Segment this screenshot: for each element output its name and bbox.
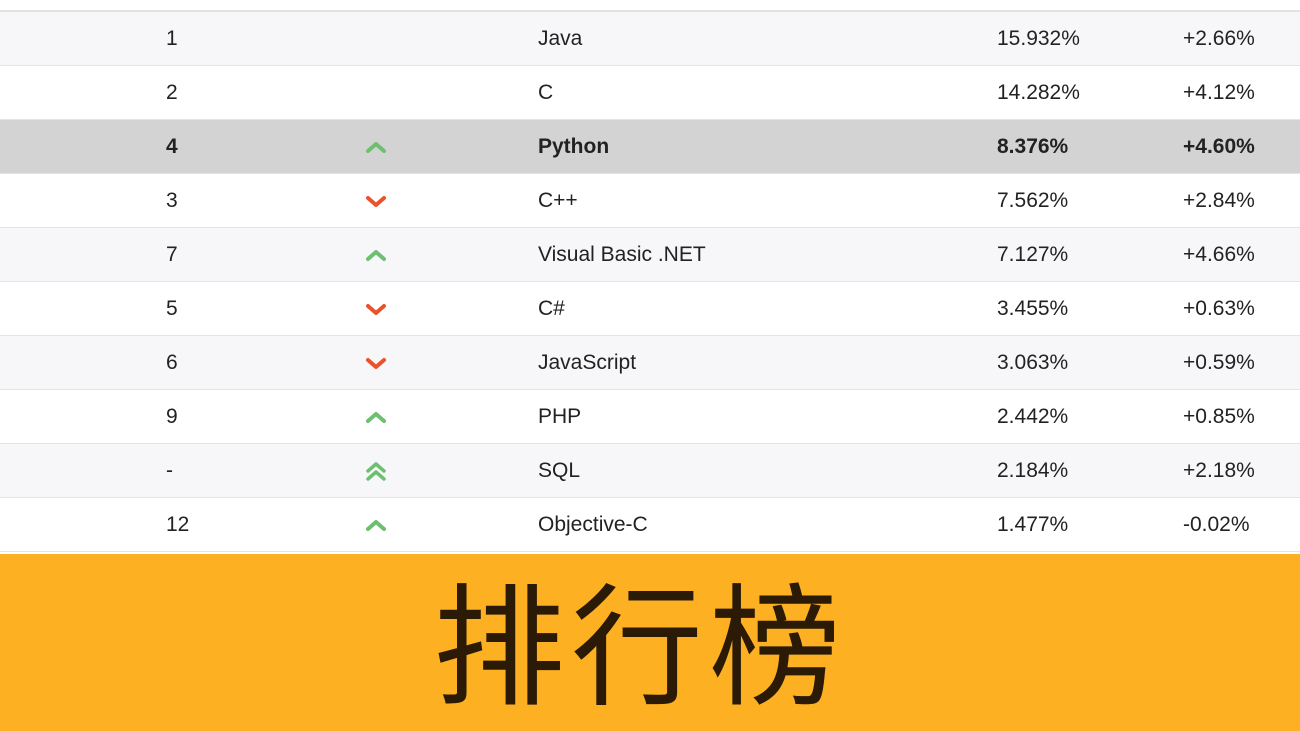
rating-cell: 7.562% <box>997 189 1069 212</box>
table-row: 6 JavaScript 3.063% +0.59% <box>0 336 1300 390</box>
language-cell: C# <box>538 297 565 320</box>
change-cell: +2.66% <box>1183 27 1255 50</box>
language-cell: Java <box>538 27 583 50</box>
table-row: 2 C 14.282% +4.12% <box>0 66 1300 120</box>
table-row: 1 Java 15.932% +2.66% <box>0 12 1300 66</box>
change-cell: +0.59% <box>1183 351 1255 374</box>
change-cell: +4.66% <box>1183 243 1255 266</box>
rank-cell: 3 <box>166 189 178 212</box>
table-top-edge <box>0 0 1300 12</box>
banner-title: 排行榜 <box>433 572 847 726</box>
trend-cell <box>364 498 390 552</box>
up-icon <box>366 520 386 531</box>
rating-cell: 3.063% <box>997 351 1069 374</box>
down-icon <box>366 196 386 207</box>
rating-cell: 3.455% <box>997 297 1069 320</box>
language-cell: PHP <box>538 405 582 428</box>
table-row: 12 Objective-C 1.477% -0.02% <box>0 498 1300 552</box>
table-row: 5 C# 3.455% +0.63% <box>0 282 1300 336</box>
trend-cell <box>364 444 390 498</box>
table-row: 9 PHP 2.442% +0.85% <box>0 390 1300 444</box>
change-cell: +0.63% <box>1183 297 1255 320</box>
table-row: 7 Visual Basic .NET 7.127% +4.66% <box>0 228 1300 282</box>
rank-cell: 2 <box>166 81 178 104</box>
ranking-table: 1 Java 15.932% +2.66% 2 C 14.282% +4.12%… <box>0 12 1300 552</box>
trend-cell <box>364 120 390 174</box>
table-row: - SQL 2.184% +2.18% <box>0 444 1300 498</box>
language-cell: Visual Basic .NET <box>538 243 706 266</box>
down-icon <box>366 358 386 369</box>
rank-cell: - <box>166 459 173 482</box>
rank-cell: 5 <box>166 297 178 320</box>
rank-cell: 4 <box>166 135 178 158</box>
rank-cell: 9 <box>166 405 178 428</box>
change-cell: +0.85% <box>1183 405 1255 428</box>
rank-cell: 7 <box>166 243 178 266</box>
rating-cell: 7.127% <box>997 243 1069 266</box>
language-cell: JavaScript <box>538 351 637 374</box>
language-cell: C <box>538 81 554 104</box>
up-icon <box>366 412 386 423</box>
rating-cell: 8.376% <box>997 135 1069 158</box>
screen: 1 Java 15.932% +2.66% 2 C 14.282% +4.12%… <box>0 0 1300 731</box>
rank-cell: 12 <box>166 513 190 536</box>
rank-cell: 6 <box>166 351 178 374</box>
rating-cell: 2.442% <box>997 405 1069 428</box>
trend-cell <box>364 390 390 444</box>
trend-cell <box>364 282 390 336</box>
change-cell: +2.18% <box>1183 459 1255 482</box>
rating-cell: 1.477% <box>997 513 1069 536</box>
language-cell: C++ <box>538 189 578 212</box>
change-cell: +4.12% <box>1183 81 1255 104</box>
change-cell: +4.60% <box>1183 135 1255 158</box>
up-icon <box>366 250 386 261</box>
language-cell: SQL <box>538 459 581 482</box>
rank-cell: 1 <box>166 27 178 50</box>
trend-cell <box>364 336 390 390</box>
trend-cell <box>364 174 390 228</box>
trend-cell <box>364 66 390 120</box>
title-banner: 排行榜 <box>0 554 1300 731</box>
trend-cell <box>364 12 390 66</box>
language-cell: Objective-C <box>538 513 648 536</box>
rating-cell: 15.932% <box>997 27 1080 50</box>
change-cell: -0.02% <box>1183 513 1250 536</box>
change-cell: +2.84% <box>1183 189 1255 212</box>
down-icon <box>366 304 386 315</box>
trend-cell <box>364 228 390 282</box>
table-row-highlighted: 4 Python 8.376% +4.60% <box>0 120 1300 174</box>
language-cell: Python <box>538 135 610 158</box>
up-icon <box>366 142 386 153</box>
double-up-icon <box>366 462 386 481</box>
table-row: 3 C++ 7.562% +2.84% <box>0 174 1300 228</box>
rating-cell: 14.282% <box>997 81 1080 104</box>
rating-cell: 2.184% <box>997 459 1069 482</box>
